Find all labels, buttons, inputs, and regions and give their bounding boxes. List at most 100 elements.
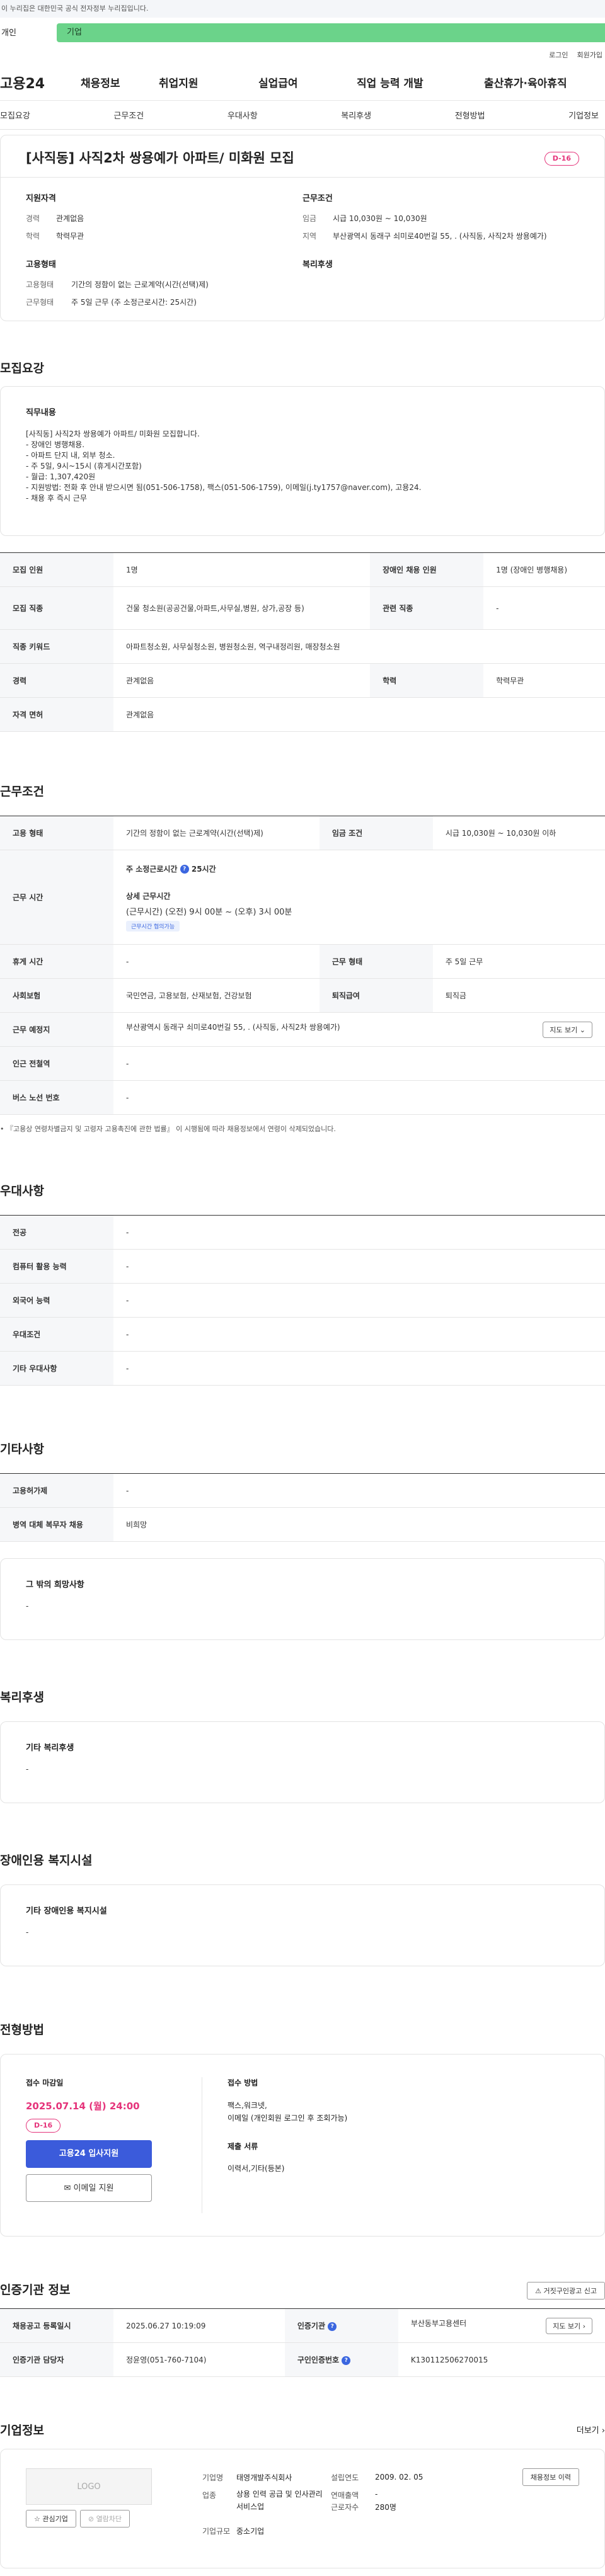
block-company-button[interactable]: ⊘ 열람차단 [79, 2510, 130, 2528]
false-ad-report-button[interactable]: ⚠ 거짓구인광고 신고 [527, 2282, 605, 2300]
table-value: - [483, 586, 605, 630]
duty-line: - 채용 후 즉시 근무 [26, 494, 87, 503]
table-value: - [113, 1351, 605, 1386]
etc-title: 기타사항 [0, 1442, 44, 1456]
table-value: 부산광역시 동래구 쇠미로40번길 55, . (사직동, 사직2차 쌍용예가)… [113, 1012, 605, 1047]
duty-box: 직무내용 [사직동] 사직2차 쌍용예가 아파트/ 미화원 모집합니다. - 장… [0, 386, 605, 536]
agency-org-value: 부산동부고용센터 [410, 2318, 467, 2328]
favorite-company-label: 관심기업 [42, 2515, 68, 2523]
chevron-right-icon: › [582, 2322, 585, 2330]
block-icon: ⊘ [88, 2515, 96, 2523]
table-key: 인증기관 담당자 [0, 2342, 113, 2377]
company-value: 태영개발주식회사 [236, 2473, 292, 2482]
table-key: 휴게 시간 [0, 944, 113, 979]
gov-notice-bar: 이 누리집은 대한민국 공식 전자정부 누리집입니다. [0, 0, 605, 18]
method-value-2: 이메일 (개인회원 로그인 후 조회가능) [228, 2114, 348, 2123]
table-key: 모집 인원 [0, 552, 113, 587]
disability-box: 기타 장애인용 복지시설 - [0, 1884, 605, 1966]
table-row: 컴퓨터 활용 능력 - [0, 1249, 605, 1284]
agency-org-key: 인증기관 [297, 2322, 325, 2330]
agency-map-button[interactable]: 지도 보기 › [546, 2317, 592, 2334]
company-info: 기업명 태영개발주식회사 설립연도 2009. 02. 05 업종 상용 인력 공급 및… [202, 2468, 454, 2549]
table-key: 인근 전철역 [0, 1046, 113, 1081]
tab-work-conditions[interactable]: 근무조건 [113, 109, 144, 121]
table-key: 버스 노선 번호 [0, 1080, 113, 1115]
gnb-item-parental-leave[interactable]: 출산휴가·육아휴직 [484, 74, 567, 90]
company-logo: LOGO [26, 2468, 152, 2505]
gnb-item-vocational-training[interactable]: 직업 능력 개발 [357, 74, 484, 90]
login-link[interactable]: 로그인 [549, 50, 568, 60]
summary-value: 기간의 정함이 없는 근로계약(시간(선택)제) [71, 280, 209, 289]
summary-value: 시급 10,030원 ~ 10,030원 [333, 214, 427, 223]
site-logo[interactable]: 고용24 [0, 72, 81, 93]
table-row: 고용 형태 기간의 정함이 없는 근로계약(시간(선택)제) 임금 조건 시급 10,… [0, 816, 605, 850]
welfare-summary: 복리후생 [302, 258, 579, 314]
job-history-button[interactable]: 채용정보 이력 [522, 2468, 579, 2486]
company-more-link[interactable]: 더보기 › [577, 2424, 605, 2436]
summary-key: 고용형태 [26, 280, 54, 289]
table-value: - [113, 1046, 605, 1081]
table-key: 근무 형태 [319, 944, 433, 979]
favorite-company-button[interactable]: ☆ 관심기업 [26, 2510, 76, 2528]
tab-personal[interactable]: 개인 [0, 26, 57, 38]
tab-recruit[interactable]: 모집요강 [0, 109, 30, 121]
process-title: 전형방법 [0, 2023, 44, 2037]
table-row: 사회보험 국민연금, 고용보험, 산재보험, 건강보험 퇴직급여 퇴직금 [0, 978, 605, 1013]
table-key: 구인인증번호 ? [284, 2342, 398, 2377]
global-nav: 고용24 채용정보 취업지원 실업급여 직업 능력 개발 출산휴가·육아휴직 [0, 64, 605, 101]
table-value: 기간의 정함이 없는 근로계약(시간(선택)제) [113, 816, 320, 850]
summary-row: 고용형태 기간의 정함이 없는 근로계약(시간(선택)제) [26, 278, 302, 291]
agency-map-label: 지도 보기 [553, 2322, 581, 2330]
bullet-icon: • [0, 1125, 6, 1133]
table-row: 휴게 시간 - 근무 형태 주 5일 근무 [0, 944, 605, 979]
report-icon: ⚠ [535, 2287, 544, 2295]
tab-preferences[interactable]: 우대사항 [228, 109, 258, 121]
apply-button[interactable]: 고용24 입사지원 [26, 2140, 152, 2168]
table-key: 임금 조건 [319, 816, 433, 850]
table-row: 병역 대체 복무자 채용 비희망 [0, 1507, 605, 1542]
company-key: 연매출액 [331, 2491, 359, 2500]
gnb-item-employment-support[interactable]: 취업지원 [159, 74, 258, 90]
summary-key: 경력 [26, 214, 40, 223]
chevron-down-icon: ⌄ [579, 1025, 585, 1034]
map-button[interactable]: 지도 보기 ⌄ [543, 1021, 592, 1038]
summary-row: 지역 부산광역시 동래구 쇠미로40번길 55, . (사직동, 사직2차 쌍용예… [302, 230, 554, 242]
job-title-text: [사직동] 사직2차 쌍용예가 아파트/ 미화원 모집 [26, 151, 294, 166]
gnb-item-unemployment-benefit[interactable]: 실업급여 [258, 74, 357, 90]
email-apply-button[interactable]: ✉ 이메일 지원 [26, 2174, 152, 2202]
company-section: 기업정보 더보기 › LOGO ☆ 관심기업 ⊘ 열람차단 기업명 태영개발주식회… [0, 2421, 605, 2568]
table-value: 아파트청소원, 사무실청소원, 병원청소원, 역구내정리원, 매장청소원 [113, 629, 605, 664]
table-key: 컴퓨터 활용 능력 [0, 1249, 113, 1284]
gnb-item-jobs[interactable]: 채용정보 [81, 74, 159, 90]
welfare-section: 복리후생 기타 복리후생 - [0, 1688, 605, 1803]
recruit-section: 모집요강 직무내용 [사직동] 사직2차 쌍용예가 아파트/ 미화원 모집합니다… [0, 359, 605, 732]
tab-welfare[interactable]: 복리후생 [341, 109, 371, 121]
process-box: 접수 마감일 2025.07.14 (월) 24:00 D-16 고용24 입사… [0, 2054, 605, 2237]
table-row: 버스 노선 번호 - [0, 1080, 605, 1115]
company-value: 상용 인력 공급 및 인사관리 서비스업 [236, 2490, 323, 2511]
detail-hours-value: (근무시간) (오전) 9시 00분 ~ (오후) 3시 00분 [126, 907, 292, 917]
table-value: 관계없음 [113, 663, 371, 698]
work-time-cell: 주 소정근로시간 ? 25시간 상세 근무시간 (근무시간) (오전) 9시 0… [113, 850, 605, 945]
tab-company[interactable]: 기업정보 [568, 109, 599, 121]
info-icon[interactable]: ? [328, 2322, 337, 2331]
company-title: 기업정보 [0, 2424, 44, 2437]
disability-box-value: - [26, 1928, 29, 1937]
info-icon[interactable]: ? [342, 2356, 351, 2365]
table-value: 퇴직금 [432, 978, 605, 1013]
table-value: 1명 [113, 552, 371, 587]
etc-wish-value: - [26, 1602, 29, 1610]
summary-key: 학력 [26, 232, 40, 241]
company-logo-column: LOGO ☆ 관심기업 ⊘ 열람차단 [26, 2468, 152, 2549]
join-link[interactable]: 회원가입 [577, 50, 602, 60]
table-row: 직종 키워드 아파트청소원, 사무실청소원, 병원청소원, 역구내정리원, 매장청… [0, 629, 605, 664]
gov-notice-text: 이 누리집은 대한민국 공식 전자정부 누리집입니다. [1, 4, 149, 13]
table-key: 외국어 능력 [0, 1283, 113, 1318]
company-key: 기업명 [202, 2473, 224, 2482]
agency-title: 인증기관 정보 [0, 2283, 71, 2297]
info-icon[interactable]: ? [180, 865, 189, 874]
tab-company[interactable]: 기업 [57, 23, 605, 42]
company-actions: ☆ 관심기업 ⊘ 열람차단 [26, 2510, 152, 2528]
tab-process[interactable]: 전형방법 [455, 109, 485, 121]
conditions-heading: 근무조건 [302, 194, 333, 203]
